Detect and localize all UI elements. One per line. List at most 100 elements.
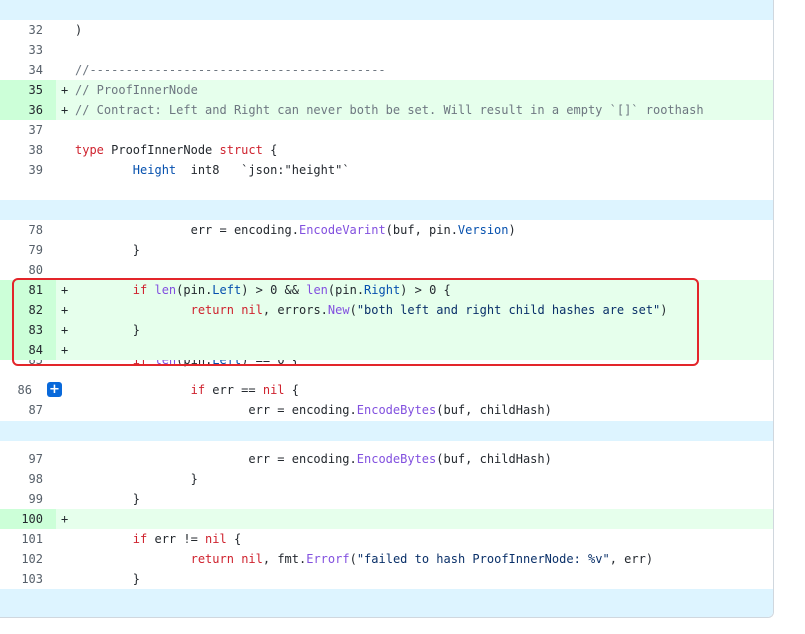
diff-sign xyxy=(61,40,71,60)
diff-line-80: 80 xyxy=(0,260,773,280)
code-token: err = encoding. xyxy=(75,452,357,466)
line-number[interactable]: 79 xyxy=(0,240,56,260)
code-token: Left xyxy=(212,360,242,367)
code-line: err = encoding.EncodeVarint(buf, pin.Ver… xyxy=(75,220,516,240)
code-line: err = encoding.EncodeBytes(buf, childHas… xyxy=(75,400,551,420)
diff-line-79: 79 } xyxy=(0,240,773,260)
code-line: } xyxy=(75,320,140,340)
line-number[interactable]: 101 xyxy=(0,529,56,549)
diff-line-83: 83 + } xyxy=(0,320,773,340)
code-token: (pin. xyxy=(327,283,365,297)
hunk-expander[interactable] xyxy=(0,589,773,617)
diff-sign xyxy=(61,380,71,400)
diff-line-99: 99 } xyxy=(0,489,773,509)
diff-sign xyxy=(61,569,71,589)
code-token: err == xyxy=(205,383,263,397)
code-line: } xyxy=(75,489,140,509)
line-number[interactable]: 32 xyxy=(0,20,56,40)
line-number[interactable]: 39 xyxy=(0,160,56,180)
line-number[interactable]: 103 xyxy=(0,569,56,589)
code-token: ) == 0 { xyxy=(241,360,299,367)
plus-icon[interactable]: + xyxy=(47,382,62,397)
line-number[interactable]: 83 xyxy=(0,320,56,340)
diff-line-87: 87 err = encoding.EncodeBytes(buf, child… xyxy=(0,400,773,420)
code-line: err = encoding.EncodeBytes(buf, childHas… xyxy=(75,449,552,469)
code-token: err = encoding. xyxy=(75,223,299,237)
code-token: Errorf xyxy=(306,552,350,566)
spacer xyxy=(0,180,773,200)
line-number[interactable]: 99 xyxy=(0,489,56,509)
line-number[interactable]: 102 xyxy=(0,549,56,569)
code-token: // Contract: Left and Right can never bo… xyxy=(75,103,704,117)
line-number[interactable]: 81 xyxy=(0,280,56,300)
code-token: nil xyxy=(241,552,263,566)
line-number[interactable]: 78 xyxy=(0,220,56,240)
diff-line-39: 39 Height int8 `json:"height"` xyxy=(0,160,773,180)
diff-sign xyxy=(61,529,71,549)
line-number[interactable]: 87 xyxy=(0,400,56,420)
code-token: ) xyxy=(75,23,83,37)
code-token: "failed to hash ProofInnerNode: %v" xyxy=(356,552,610,566)
line-number[interactable]: 97 xyxy=(0,449,56,469)
diff-sign xyxy=(61,449,71,469)
code-token: { xyxy=(284,383,299,397)
code-token: EncodeBytes xyxy=(356,403,437,417)
code-token: nil xyxy=(262,383,285,397)
code-token: return xyxy=(190,303,234,317)
line-number[interactable]: 80 xyxy=(0,260,56,280)
hunk-expander[interactable] xyxy=(0,0,773,20)
code-line: // ProofInnerNode xyxy=(75,80,198,100)
diff-line-33: 33 xyxy=(0,40,773,60)
code-token: len xyxy=(306,283,328,297)
line-number[interactable]: 35 xyxy=(0,80,56,100)
code-token: , err) xyxy=(609,552,654,566)
diff-line-82: 82 + return nil, errors.New("both left a… xyxy=(0,300,773,320)
code-token: , errors. xyxy=(262,303,328,317)
diff-sign: + xyxy=(61,512,69,526)
line-number[interactable]: 37 xyxy=(0,120,56,140)
line-number[interactable]: 85 xyxy=(0,360,56,370)
line-number[interactable]: 38 xyxy=(0,140,56,160)
hunk-expander[interactable] xyxy=(0,421,773,441)
diff-line-38: 38 type ProofInnerNode struct { xyxy=(0,140,773,160)
line-number[interactable]: 36 xyxy=(0,100,56,120)
code-token: } xyxy=(75,492,141,506)
code-token: ( xyxy=(349,552,357,566)
diff-sign: + xyxy=(61,83,69,97)
line-number[interactable]: 34 xyxy=(0,60,56,80)
diff-sign: + xyxy=(61,343,69,357)
code-token: (buf, childHash) xyxy=(436,452,552,466)
code-token: int8 `json:"height"` xyxy=(176,163,350,177)
diff-sign xyxy=(61,20,71,40)
code-token: nil xyxy=(241,303,263,317)
line-number[interactable]: 82 xyxy=(0,300,56,320)
line-number[interactable]: 33 xyxy=(0,40,56,60)
code-token: err = encoding. xyxy=(75,403,357,417)
line-number[interactable]: 98 xyxy=(0,469,56,489)
line-number[interactable]: 100 xyxy=(0,509,56,529)
code-token: (pin. xyxy=(176,360,213,367)
hunk-expander[interactable] xyxy=(0,200,773,220)
diff-sign: + xyxy=(61,283,69,297)
diff-line-103: 103 } xyxy=(0,569,773,589)
code-token: ) xyxy=(660,303,668,317)
diff-line-100: 100 + xyxy=(0,509,773,529)
code-token: "both left and right child hashes are se… xyxy=(356,303,661,317)
code-line: if len(pin.Left) > 0 && len(pin.Right) >… xyxy=(75,280,451,300)
diff-line-86: 86 + if err == nil { xyxy=(0,380,773,400)
code-line: type ProofInnerNode struct { xyxy=(75,140,277,160)
line-number[interactable]: 84 xyxy=(0,340,56,360)
code-line: if err != nil { xyxy=(75,529,241,549)
code-line: if err == nil { xyxy=(75,380,299,400)
code-token: } xyxy=(75,243,141,257)
code-token: New xyxy=(327,303,350,317)
code-token: Height xyxy=(132,163,177,177)
code-token: EncodeBytes xyxy=(356,452,437,466)
diff-sign xyxy=(61,240,71,260)
diff-line-85: 85 if len(pin.Left) == 0 { xyxy=(0,360,773,370)
diff-sign: + xyxy=(61,323,69,337)
